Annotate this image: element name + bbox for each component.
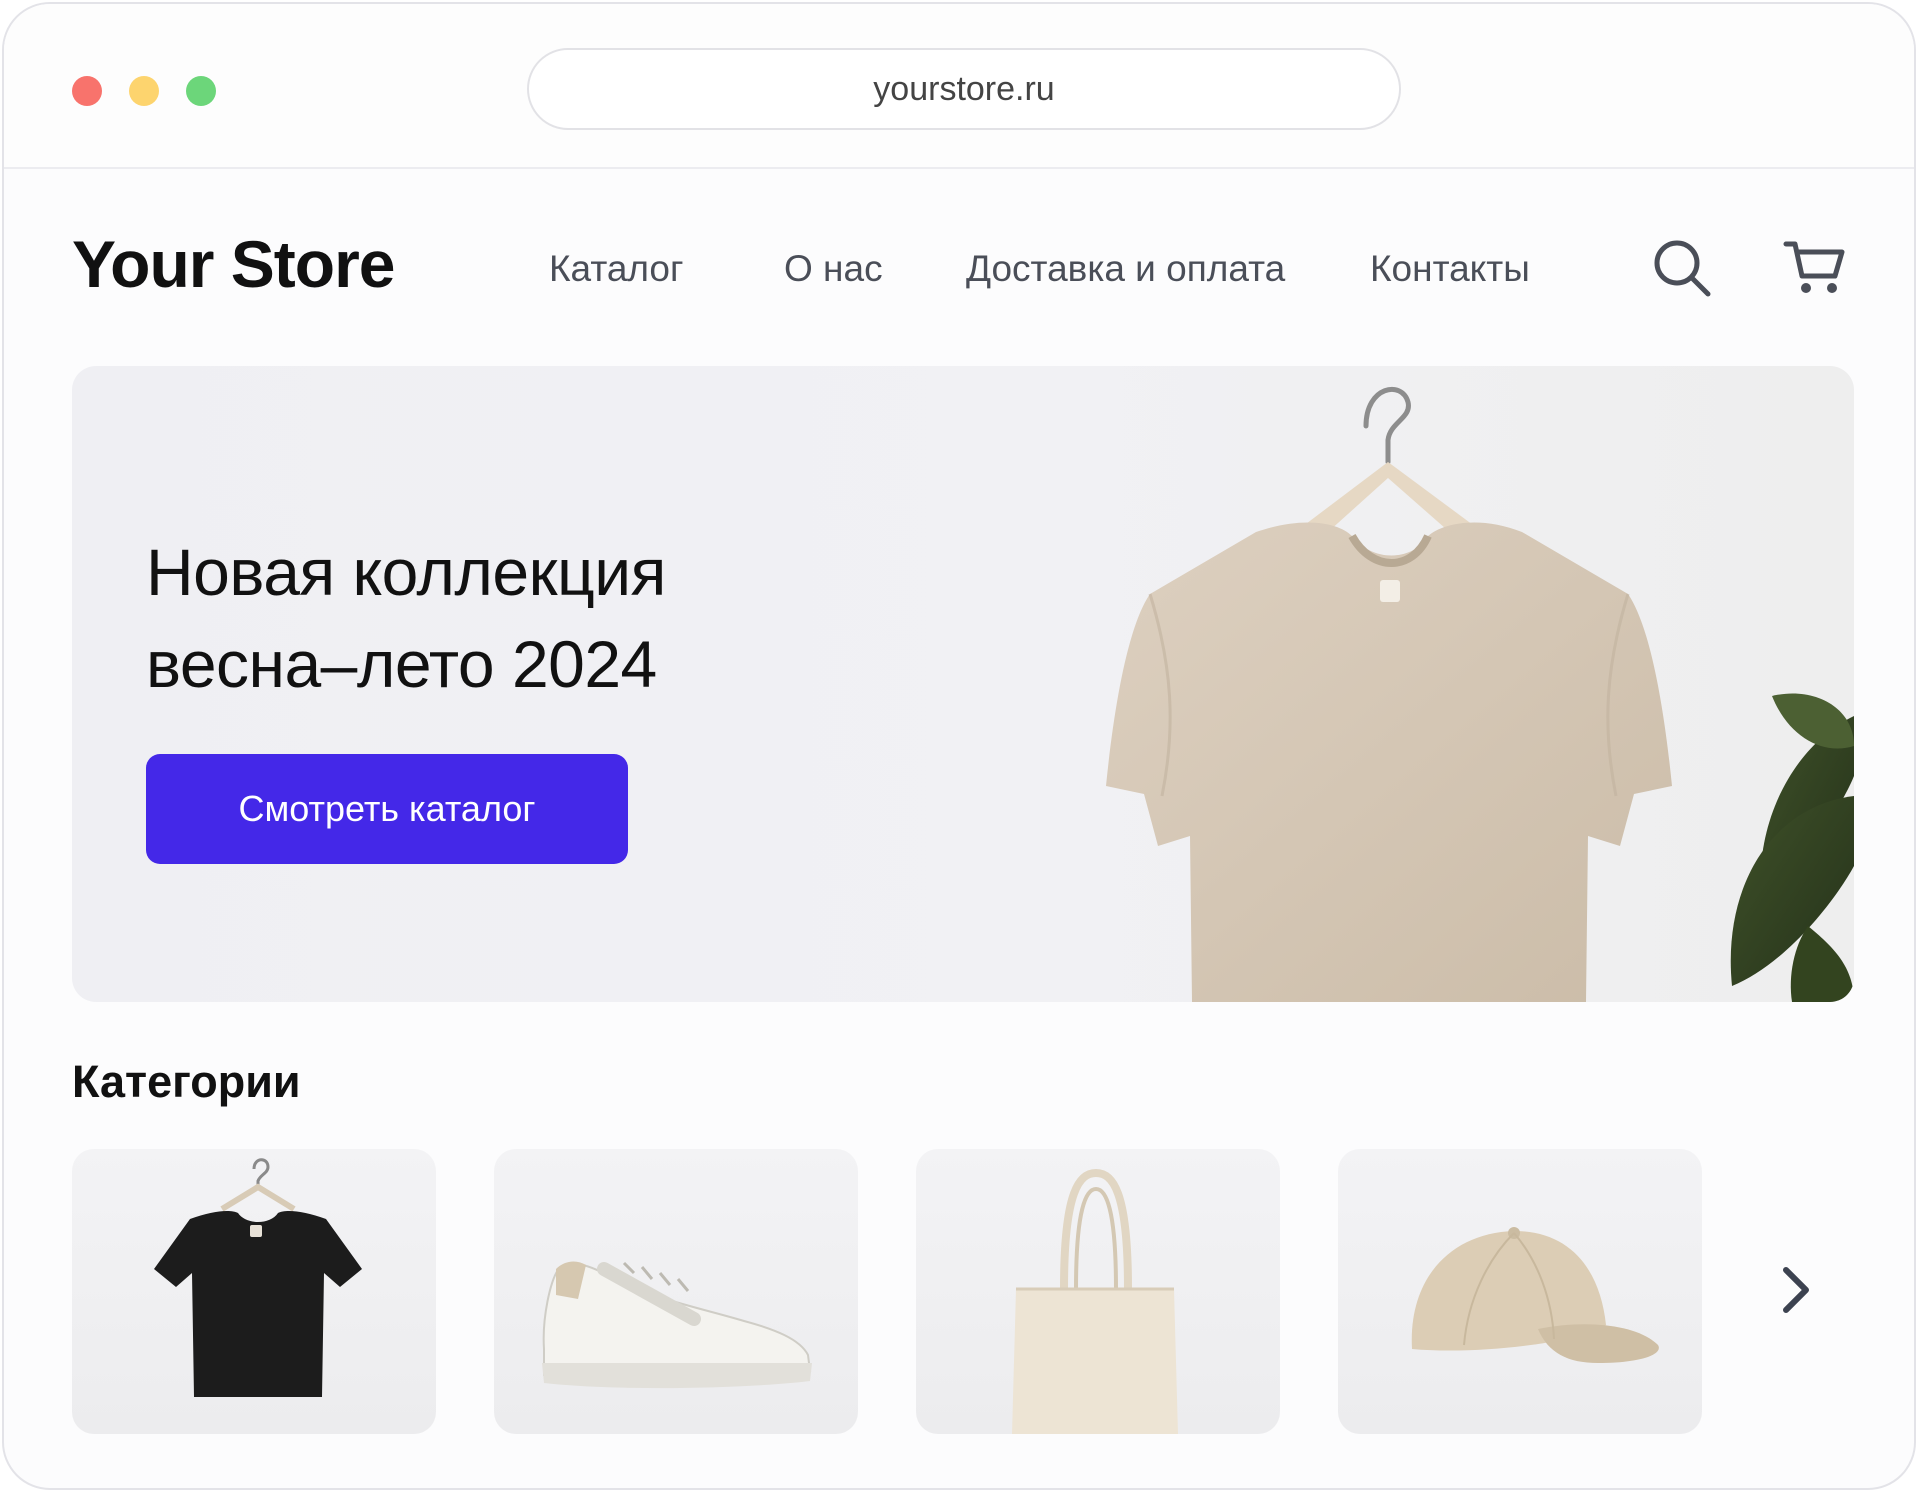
categories-title: Категории	[72, 1056, 301, 1107]
nav-item-catalog[interactable]: Каталог	[549, 248, 684, 290]
tote-bag-image	[1012, 1168, 1178, 1434]
close-window-button[interactable]	[72, 76, 102, 106]
minimize-window-button[interactable]	[129, 76, 159, 106]
black-tshirt-image	[154, 1158, 362, 1397]
store-logo[interactable]: Your Store	[72, 226, 395, 302]
address-bar-url: yourstore.ru	[873, 69, 1055, 108]
cart-button[interactable]	[1782, 236, 1848, 305]
browser-window: yourstore.ru Your Store Каталог О нас До…	[2, 2, 1916, 1490]
category-card-tshirts[interactable]	[72, 1149, 436, 1434]
cart-icon	[1783, 241, 1845, 293]
hero-title: Новая коллекция весна–лето 2024	[146, 526, 846, 710]
view-catalog-button[interactable]: Смотреть каталог	[146, 754, 628, 864]
nav-item-about[interactable]: О нас	[784, 248, 883, 290]
baseball-cap-image	[1411, 1227, 1659, 1363]
nav-item-delivery[interactable]: Доставка и оплата	[966, 248, 1285, 290]
nav-item-contacts[interactable]: Контакты	[1370, 248, 1530, 290]
address-bar[interactable]: yourstore.ru	[527, 48, 1401, 130]
maximize-window-button[interactable]	[186, 76, 216, 106]
search-button[interactable]	[1650, 236, 1714, 305]
category-card-bags[interactable]	[916, 1149, 1280, 1434]
browser-toolbar: yourstore.ru	[4, 4, 1914, 169]
chevron-right-icon	[1783, 1267, 1809, 1313]
category-card-caps[interactable]	[1338, 1149, 1702, 1434]
hero-title-line1: Новая коллекция	[146, 535, 666, 609]
category-card-shoes[interactable]	[494, 1149, 858, 1434]
view-catalog-button-label: Смотреть каталог	[238, 788, 536, 829]
search-icon	[1654, 240, 1711, 297]
categories-next-button[interactable]	[1776, 1262, 1816, 1323]
hero-banner: Новая коллекция весна–лето 2024 Смотреть…	[72, 366, 1854, 1002]
white-sneaker-image	[542, 1261, 812, 1389]
hero-title-line2: весна–лето 2024	[146, 627, 657, 701]
